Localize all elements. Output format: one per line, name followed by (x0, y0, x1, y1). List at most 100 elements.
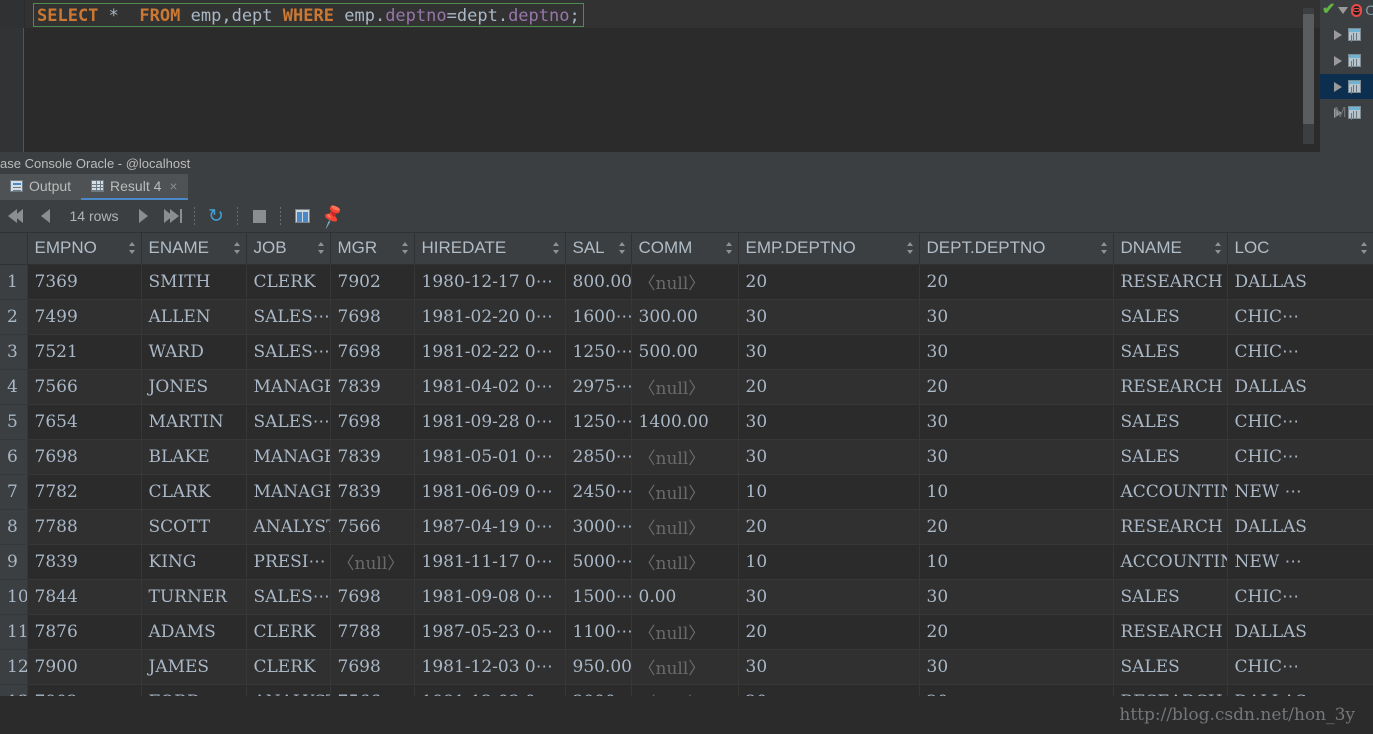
cell-sal[interactable]: 2850⋯ (565, 439, 632, 475)
cell-comm[interactable]: 300.00 (631, 299, 739, 335)
column-header-ename[interactable]: ENAME (141, 233, 247, 265)
database-export-button[interactable] (287, 200, 317, 233)
column-header-comm[interactable]: COMM (631, 233, 739, 265)
cell-sal[interactable]: 3000⋯ (565, 684, 632, 696)
cell-sal[interactable]: 2975⋯ (565, 369, 632, 405)
cell-loc[interactable]: CHIC⋯ (1227, 299, 1373, 335)
cell-dept-deptno[interactable]: 30 (919, 579, 1114, 615)
cell-hiredate[interactable]: 1981-09-08 0⋯ (414, 579, 566, 615)
expand-triangle-icon[interactable] (1334, 55, 1342, 66)
cell-emp-deptno[interactable]: 30 (738, 649, 920, 685)
previous-page-button[interactable] (30, 200, 60, 233)
cell-ename[interactable]: CLARK (141, 474, 247, 510)
cell-empno[interactable]: 7788 (27, 509, 142, 545)
table-row[interactable]: 1 7369 SMITH CLERK 7902 1980-12-17 0⋯ 800.00 〈n… (0, 264, 1373, 300)
column-header-mgr[interactable]: MGR (330, 233, 415, 265)
db-tree-item-1[interactable] (1320, 22, 1373, 47)
cell-dept-deptno[interactable]: 30 (919, 404, 1114, 440)
cell-empno[interactable]: 7902 (27, 684, 142, 696)
cell-emp-deptno[interactable]: 20 (738, 264, 920, 300)
cell-ename[interactable]: BLAKE (141, 439, 247, 475)
pin-tab-button[interactable]: 📌 (317, 200, 347, 233)
sort-indicator-icon[interactable] (906, 242, 914, 255)
cell-comm[interactable]: 〈null〉 (631, 369, 739, 405)
column-header-dname[interactable]: DNAME (1113, 233, 1228, 265)
cell-comm[interactable]: 〈null〉 (631, 614, 739, 650)
cell-dept-deptno[interactable]: 20 (919, 264, 1114, 300)
cell-job[interactable]: MANAGER (246, 474, 331, 510)
caret-down-icon[interactable] (1338, 6, 1349, 14)
cell-dept-deptno[interactable]: 20 (919, 614, 1114, 650)
cancel-query-button[interactable] (244, 200, 274, 233)
sort-indicator-icon[interactable] (618, 242, 626, 255)
editor-scrollbar-thumb[interactable] (1303, 14, 1314, 124)
cell-emp-deptno[interactable]: 30 (738, 404, 920, 440)
cell-dept-deptno[interactable]: 20 (919, 509, 1114, 545)
cell-hiredate[interactable]: 1981-11-17 0⋯ (414, 544, 566, 580)
cell-sal[interactable]: 1250⋯ (565, 404, 632, 440)
cell-job[interactable]: SALES⋯ (246, 404, 331, 440)
cell-sal[interactable]: 1100⋯ (565, 614, 632, 650)
cell-job[interactable]: SALES⋯ (246, 299, 331, 335)
sort-indicator-icon[interactable] (128, 242, 136, 255)
cell-emp-deptno[interactable]: 30 (738, 334, 920, 370)
table-row[interactable]: 3 7521 WARD SALES⋯ 7698 1981-02-22 0⋯ 1250⋯ 500… (0, 334, 1373, 370)
cell-emp-deptno[interactable]: 30 (738, 579, 920, 615)
cell-dname[interactable]: RESEARCH (1113, 684, 1228, 696)
cell-job[interactable]: ANALYST (246, 684, 331, 696)
cell-empno[interactable]: 7521 (27, 334, 142, 370)
table-row[interactable]: 10 7844 TURNER SALES⋯ 7698 1981-09-08 0⋯ 1500⋯… (0, 579, 1373, 615)
cell-mgr[interactable]: 7698 (330, 334, 415, 370)
sort-indicator-icon[interactable] (401, 242, 409, 255)
close-icon[interactable]: × (169, 178, 177, 194)
cell-emp-deptno[interactable]: 20 (738, 369, 920, 405)
tab-result-4[interactable]: Result 4 × (81, 174, 188, 200)
stop-icon[interactable] (1351, 3, 1363, 17)
table-row[interactable]: 2 7499 ALLEN SALES⋯ 7698 1981-02-20 0⋯ 1600⋯ 30… (0, 299, 1373, 335)
cell-sal[interactable]: 800.00 (565, 264, 632, 300)
cell-emp-deptno[interactable]: 30 (738, 299, 920, 335)
cell-hiredate[interactable]: 1981-12-03 0⋯ (414, 684, 566, 696)
cell-loc[interactable]: DALLAS (1227, 264, 1373, 300)
cell-dname[interactable]: SALES (1113, 334, 1228, 370)
cell-mgr[interactable]: 7698 (330, 404, 415, 440)
cell-emp-deptno[interactable]: 20 (738, 684, 920, 696)
cell-dept-deptno[interactable]: 10 (919, 544, 1114, 580)
sql-statement[interactable]: SELECT * FROM emp,dept WHERE emp.deptno=… (33, 3, 584, 27)
cell-ename[interactable]: JONES (141, 369, 247, 405)
sort-indicator-icon[interactable] (1360, 242, 1368, 255)
cell-empno[interactable]: 7654 (27, 404, 142, 440)
cell-empno[interactable]: 7782 (27, 474, 142, 510)
cell-mgr[interactable]: 7566 (330, 509, 415, 545)
cell-mgr[interactable]: 7698 (330, 299, 415, 335)
table-row[interactable]: 5 7654 MARTIN SALES⋯ 7698 1981-09-28 0⋯ 1250⋯ 1… (0, 404, 1373, 440)
sort-indicator-icon[interactable] (1100, 242, 1108, 255)
cell-mgr[interactable]: 7566 (330, 684, 415, 696)
cell-loc[interactable]: DALLAS (1227, 369, 1373, 405)
cell-mgr[interactable]: 7839 (330, 474, 415, 510)
cell-dname[interactable]: SALES (1113, 299, 1228, 335)
cell-job[interactable]: CLERK (246, 614, 331, 650)
cell-sal[interactable]: 1600⋯ (565, 299, 632, 335)
cell-sal[interactable]: 3000⋯ (565, 509, 632, 545)
sort-indicator-icon[interactable] (1214, 242, 1222, 255)
cell-ename[interactable]: FORD (141, 684, 247, 696)
cell-emp-deptno[interactable]: 20 (738, 614, 920, 650)
cell-comm[interactable]: 〈null〉 (631, 439, 739, 475)
cell-loc[interactable]: DALLAS (1227, 614, 1373, 650)
db-tree-item-4[interactable] (1320, 100, 1373, 125)
cell-empno[interactable]: 7900 (27, 649, 142, 685)
cell-dept-deptno[interactable]: 30 (919, 649, 1114, 685)
cell-ename[interactable]: SMITH (141, 264, 247, 300)
cell-mgr[interactable]: 7839 (330, 439, 415, 475)
cell-ename[interactable]: ADAMS (141, 614, 247, 650)
table-row[interactable]: 77782CLARKMANAGER78391981-06-09 0⋯2450⋯ 〈… (0, 474, 1373, 510)
cell-sal[interactable]: 1500⋯ (565, 579, 632, 615)
cell-loc[interactable]: DALLAS (1227, 684, 1373, 696)
column-header-dept-deptno[interactable]: DEPT.DEPTNO (919, 233, 1114, 265)
column-header-empno[interactable]: EMPNO (27, 233, 142, 265)
next-page-button[interactable] (128, 200, 158, 233)
cell-mgr[interactable]: 7788 (330, 614, 415, 650)
cell-job[interactable]: PRESI⋯ (246, 544, 331, 580)
first-page-button[interactable] (0, 200, 30, 233)
